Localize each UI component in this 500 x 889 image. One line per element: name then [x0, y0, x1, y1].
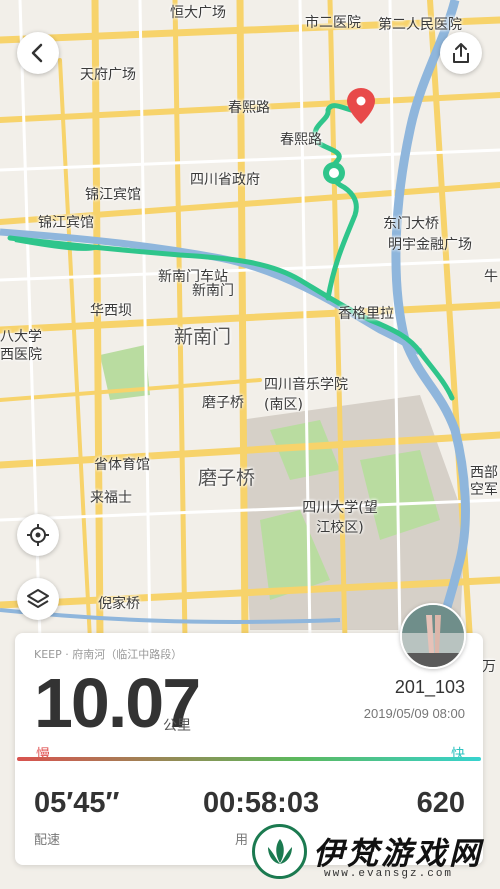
layers-icon [27, 589, 49, 608]
run-datetime: 2019/05/09 08:00 [363, 706, 465, 721]
map-label: 东门大桥 [383, 216, 439, 232]
distance-unit: 公里 [163, 718, 191, 734]
chevron-left-icon [31, 43, 43, 63]
duration-label: 用 [235, 833, 249, 848]
watermark-brand: 伊梵游戏网 [313, 836, 483, 872]
map-label: 新南门 [174, 326, 232, 348]
map-label: 香格里拉 [338, 306, 394, 322]
map-label: 西医院 [0, 347, 42, 363]
map-label: 八大学 [0, 329, 42, 345]
brand-logo [252, 824, 307, 879]
watermark-url: www.evansgz.com [324, 868, 454, 880]
map-label: 省体育馆 [94, 457, 150, 473]
speed-gradient-bar [17, 757, 481, 761]
map-label: 新南门 [192, 283, 234, 299]
map-label: 四川大学(望江校区) [302, 500, 378, 536]
map-label: 第二人民医院 [378, 17, 462, 33]
locate-icon [27, 524, 49, 546]
share-button[interactable] [440, 32, 482, 74]
calories-value: 620 [416, 787, 465, 819]
speed-slow-label: 慢 [36, 747, 50, 763]
pace-value: 05′45″ [34, 787, 120, 819]
map-label: 四川音乐学院(南区) [264, 377, 348, 413]
map-label: 明宇金融广场 [388, 237, 472, 253]
map-label: 磨子桥 [202, 395, 244, 411]
map-label: 倪家桥 [98, 596, 140, 612]
map-label: 空军 [470, 482, 498, 498]
map-label: 锦江宾馆 [85, 187, 141, 203]
map-label: 四川省政府 [190, 172, 260, 188]
map-label: 华西坝 [90, 303, 132, 319]
avatar-photo [402, 605, 464, 667]
map-label: 万 [482, 659, 496, 675]
duration-value: 00:58:03 [203, 787, 320, 819]
map-label: 磨子桥 [198, 467, 256, 489]
pace-label: 配速 [34, 833, 61, 848]
layers-button[interactable] [17, 578, 59, 620]
speed-fast-label: 快 [451, 747, 465, 763]
avatar[interactable] [400, 603, 466, 669]
map-label: 恒大广场 [170, 5, 226, 21]
map-label: 春熙路 [280, 132, 322, 148]
run-source: KEEP · 府南河（临江中路段） [34, 648, 183, 661]
locate-button[interactable] [17, 514, 59, 556]
username[interactable]: 201_103 [395, 677, 465, 698]
map-label: 牛 [484, 269, 498, 285]
share-icon [453, 43, 469, 63]
map-label: 天府广场 [80, 67, 136, 83]
map-label: 春熙路 [228, 100, 270, 116]
map-label: 锦江宾馆 [38, 215, 94, 231]
map-label: 市二医院 [305, 15, 361, 31]
lotus-icon [267, 838, 292, 864]
back-button[interactable] [17, 32, 59, 74]
start-marker-icon [323, 162, 345, 184]
map-label: 来福士 [90, 490, 132, 506]
